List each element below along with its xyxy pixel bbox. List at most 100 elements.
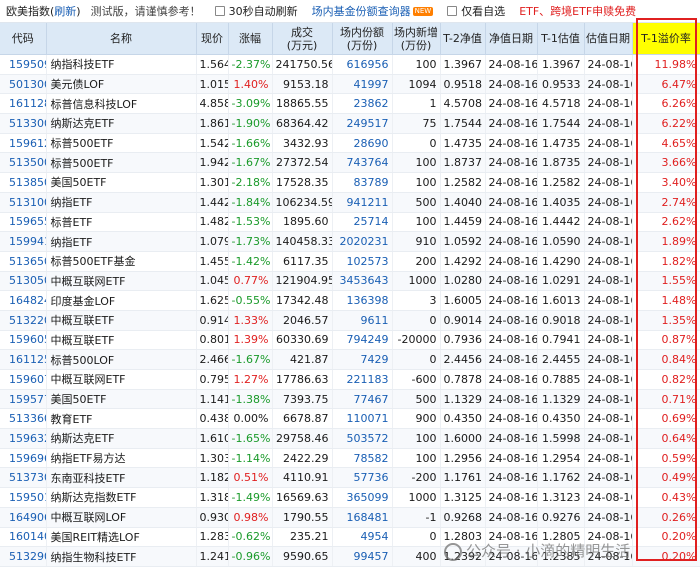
only-watch-checkbox[interactable] — [447, 6, 458, 16]
table-row[interactable]: 513100纳指ETF1.442-1.84%106234.59941211500… — [0, 192, 700, 213]
fund-code[interactable]: 159655 — [0, 212, 47, 233]
column-header[interactable]: 涨幅 — [228, 23, 273, 55]
table-row[interactable]: 513300纳斯达克ETF1.861-1.90%68364.4224951775… — [0, 113, 700, 134]
share-query-link[interactable]: 场内基金份额查询器 — [312, 3, 411, 19]
shares-cell[interactable]: 9611 — [332, 310, 393, 331]
fund-code[interactable]: 513730 — [0, 467, 47, 489]
column-header[interactable]: T-1溢价率 — [632, 23, 700, 55]
refresh-link[interactable]: 刷新 — [54, 3, 76, 19]
table-row[interactable]: 513360教育ETF0.4380.00%6678.871100719000.4… — [0, 408, 700, 430]
shares-cell[interactable]: 78582 — [332, 448, 393, 469]
column-header[interactable]: 名称 — [46, 23, 197, 55]
fund-code[interactable]: 164824 — [0, 290, 47, 311]
table-row[interactable]: 164906中概互联网LOF0.9300.98%1790.55168481-10… — [0, 507, 700, 528]
shares-cell[interactable]: 743764 — [332, 152, 393, 174]
table-row[interactable]: 501300美元债LOF1.0151.40%9153.184199710940.… — [0, 74, 700, 95]
shares-cell[interactable]: 941211 — [332, 192, 393, 213]
fund-code[interactable]: 513050 — [0, 271, 47, 292]
only-watch-label[interactable]: 仅看自选 — [461, 3, 505, 19]
fund-code[interactable]: 161125 — [0, 349, 47, 370]
shares-cell[interactable]: 23862 — [332, 93, 393, 115]
shares-cell[interactable]: 249517 — [332, 113, 393, 134]
shares-cell[interactable]: 77467 — [332, 389, 393, 410]
fund-code[interactable]: 159607 — [0, 369, 47, 390]
price-cell: 1.942 — [196, 152, 229, 174]
table-row[interactable]: 513500标普500ETF1.942-1.67%27372.547437641… — [0, 152, 700, 174]
fund-code[interactable]: 164906 — [0, 507, 47, 528]
table-row[interactable]: 513050中概互联网ETF1.0450.77%121904.953453643… — [0, 271, 700, 292]
fund-code[interactable]: 513650 — [0, 251, 47, 272]
table-row[interactable]: 161125标普500LOF2.466-1.67%421.87742902.44… — [0, 349, 700, 370]
column-header[interactable]: 成交 (万元) — [272, 23, 333, 55]
table-row[interactable]: 513650标普500ETF基金1.455-1.42%6117.35102573… — [0, 251, 700, 272]
table-row[interactable]: 159612标普500ETF1.542-1.66%3432.932869001.… — [0, 133, 700, 154]
fund-code[interactable]: 159612 — [0, 133, 47, 154]
table-row[interactable]: 513220中概互联ETF0.9141.33%2046.57961100.901… — [0, 310, 700, 331]
column-header[interactable]: 代码 — [0, 23, 47, 55]
shares-cell[interactable]: 616956 — [332, 54, 393, 75]
fund-code[interactable]: 513500 — [0, 152, 47, 174]
fund-code[interactable]: 513300 — [0, 113, 47, 134]
fund-code[interactable]: 501300 — [0, 74, 47, 95]
shares-cell[interactable]: 57736 — [332, 467, 393, 489]
column-header[interactable]: 估值日期 — [584, 23, 633, 55]
table-row[interactable]: 164824印度基金LOF1.625-0.55%17342.4813639831… — [0, 290, 700, 311]
estimate-cell: 1.0291 — [537, 271, 585, 292]
fund-code[interactable]: 159577 — [0, 389, 47, 410]
fund-code[interactable]: 159941 — [0, 231, 47, 252]
table-row[interactable]: 159632纳斯达克ETF1.610-1.65%29758.4650357210… — [0, 428, 700, 449]
fund-code[interactable]: 159696 — [0, 448, 47, 469]
shares-cell[interactable]: 503572 — [332, 428, 393, 449]
table-row[interactable]: 159696纳指ETF易方达1.303-1.14%2422.2978582100… — [0, 448, 700, 469]
table-row[interactable]: 159605中概互联ETF0.8011.39%60330.69794249-20… — [0, 330, 700, 351]
auto-refresh-checkbox[interactable] — [214, 6, 225, 16]
table-row[interactable]: 159607中概互联网ETF0.7951.27%17786.63221183-6… — [0, 369, 700, 390]
shares-cell[interactable]: 168481 — [332, 507, 393, 528]
table-row[interactable]: 159655标普ETF1.482-1.53%1895.60257141001.4… — [0, 212, 700, 233]
table-row[interactable]: 159577美国50ETF1.141-1.38%7393.75774675001… — [0, 389, 700, 410]
shares-cell[interactable]: 3453643 — [332, 271, 393, 292]
column-header[interactable]: 净值日期 — [485, 23, 538, 55]
fund-code[interactable]: 513360 — [0, 408, 47, 430]
shares-cell[interactable]: 7429 — [332, 349, 393, 370]
column-header[interactable]: 现价 — [196, 23, 229, 55]
shares-cell[interactable]: 110071 — [332, 408, 393, 430]
fund-code[interactable]: 513290 — [0, 546, 47, 567]
estimate-cell: 1.4035 — [537, 192, 585, 213]
fund-code[interactable]: 159501 — [0, 487, 47, 508]
shares-cell[interactable]: 83789 — [332, 172, 393, 193]
fund-code[interactable]: 160140 — [0, 527, 47, 548]
column-header[interactable]: T-1估值 — [537, 23, 585, 55]
change-cell: -1.73% — [228, 231, 273, 252]
fund-code[interactable]: 513100 — [0, 192, 47, 213]
shares-cell[interactable]: 102573 — [332, 251, 393, 272]
fund-code[interactable]: 161128 — [0, 93, 47, 115]
shares-cell[interactable]: 136398 — [332, 290, 393, 311]
fund-code[interactable]: 513220 — [0, 310, 47, 331]
column-header[interactable]: T-2净值 — [440, 23, 486, 55]
table-row[interactable]: 159941纳指ETF1.079-1.73%140458.33202023191… — [0, 231, 700, 252]
shares-cell[interactable]: 365099 — [332, 487, 393, 508]
promo-link[interactable]: ETF、跨境ETF申赎免费 — [519, 3, 636, 19]
shares-cell[interactable]: 4954 — [332, 527, 393, 548]
shares-cell[interactable]: 28690 — [332, 133, 393, 154]
fund-code[interactable]: 159605 — [0, 330, 47, 351]
table-row[interactable]: 159509纳指科技ETF1.564-2.37%241750.566169561… — [0, 54, 700, 75]
shares-cell[interactable]: 221183 — [332, 369, 393, 390]
estimate-date-cell: 24-08-16 — [584, 231, 633, 252]
fund-code[interactable]: 159632 — [0, 428, 47, 449]
shares-cell[interactable]: 794249 — [332, 330, 393, 351]
fund-code[interactable]: 513850 — [0, 172, 47, 193]
column-header[interactable]: 场内份额 (万份) — [332, 23, 393, 55]
table-row[interactable]: 513850美国50ETF1.301-2.18%17528.3583789100… — [0, 172, 700, 193]
table-row[interactable]: 513730东南亚科技ETF1.1820.51%4110.9157736-200… — [0, 467, 700, 489]
fund-code[interactable]: 159509 — [0, 54, 47, 75]
shares-cell[interactable]: 2020231 — [332, 231, 393, 252]
shares-cell[interactable]: 99457 — [332, 546, 393, 567]
auto-refresh-label[interactable]: 30秒自动刷新 — [229, 3, 298, 19]
shares-cell[interactable]: 25714 — [332, 212, 393, 233]
table-row[interactable]: 161128标普信息科技LOF4.858-3.09%18865.55238621… — [0, 93, 700, 115]
shares-cell[interactable]: 41997 — [332, 74, 393, 95]
column-header[interactable]: 场内新增 (万份) — [392, 23, 441, 55]
table-row[interactable]: 159501纳斯达克指数ETF1.318-1.49%16569.63365099… — [0, 487, 700, 508]
